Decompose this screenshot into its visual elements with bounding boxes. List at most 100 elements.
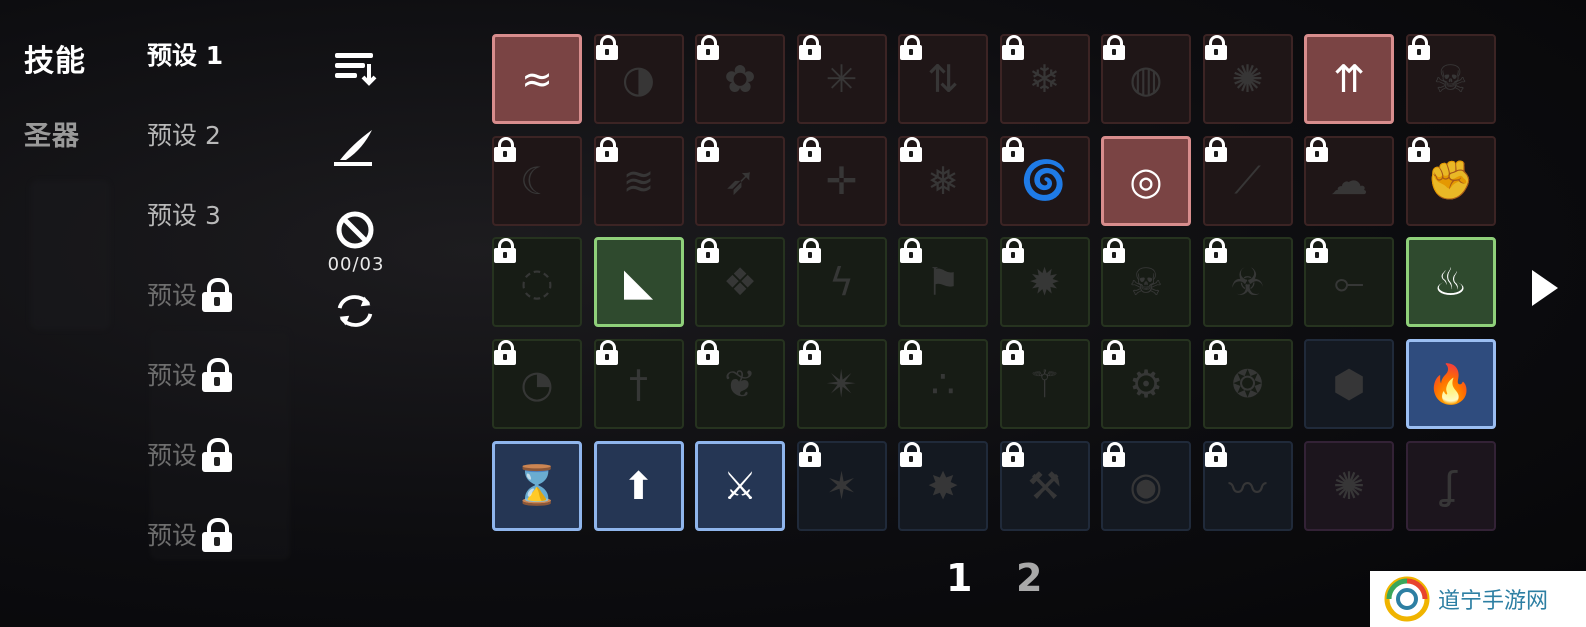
skill-slot[interactable]: ⚔ <box>695 440 785 531</box>
skill-slot[interactable]: ❄ <box>999 34 1090 124</box>
skill-slot[interactable]: ✸ <box>898 440 988 531</box>
skill-slot[interactable]: ≋ <box>593 135 684 226</box>
skill-slot[interactable]: ✺ <box>1304 440 1394 531</box>
lock-icon <box>1203 136 1229 162</box>
skill-slot[interactable]: 🌀 <box>999 135 1090 226</box>
preset-7[interactable]: 预设 <box>147 516 233 552</box>
lock-icon <box>695 339 721 366</box>
lock-icon <box>492 339 518 366</box>
skill-slot[interactable]: ⇈ <box>1304 34 1394 124</box>
forbid-button[interactable] <box>332 210 378 250</box>
skill-slot[interactable]: ⌛ <box>492 440 582 531</box>
watermark: 道宁手游网 <box>1370 571 1586 627</box>
lock-icon <box>695 237 721 264</box>
lock-icon <box>898 339 924 366</box>
lock-icon <box>1304 136 1330 162</box>
skill-slot[interactable]: ∴ <box>898 339 988 430</box>
skill-slot[interactable]: ⚒ <box>999 440 1090 531</box>
skill-slot[interactable]: ☁ <box>1304 135 1394 226</box>
skill-slot[interactable]: ☾ <box>492 135 582 226</box>
skill-slot[interactable]: ♨ <box>1405 237 1496 328</box>
sort-button[interactable] <box>332 50 378 86</box>
skill-slot[interactable]: ≈ <box>492 34 582 124</box>
skill-slot[interactable]: ✴ <box>796 339 887 430</box>
preset-5[interactable]: 预设 <box>147 356 233 392</box>
skill-slot[interactable]: ✊ <box>1405 135 1496 226</box>
skill-slot[interactable]: ⟋ <box>1202 135 1293 226</box>
page-2-button[interactable]: 2 <box>1016 556 1042 600</box>
lock-icon <box>1000 136 1026 162</box>
lock-icon <box>1101 34 1127 60</box>
skill-slot[interactable]: ➶ <box>695 135 785 226</box>
lock-icon <box>1000 339 1026 366</box>
skill-slot[interactable]: ☣ <box>1202 237 1293 328</box>
selection-counter: 00/03 <box>327 254 385 275</box>
preset-label: 预设 3 <box>147 201 221 230</box>
lock-icon <box>1000 34 1026 60</box>
preset-3[interactable]: 预设 3 <box>147 196 221 232</box>
skill-slot[interactable]: ⚚ <box>999 339 1090 430</box>
lock-icon <box>594 339 620 366</box>
sword-up-icon: ⚔ <box>722 463 758 508</box>
shield-orbs-icon: ⬢ <box>1332 362 1366 407</box>
skill-slot[interactable]: ⇅ <box>898 34 988 124</box>
skill-slot[interactable]: ❂ <box>1202 339 1293 430</box>
lock-icon <box>898 237 924 264</box>
skill-slot[interactable]: ⚑ <box>898 237 988 328</box>
target-orb-icon: ◎ <box>1129 158 1163 203</box>
skill-slot[interactable]: ✛ <box>796 135 887 226</box>
skill-slot[interactable]: 〰 <box>1202 440 1293 531</box>
skill-slot[interactable]: ◑ <box>593 34 684 124</box>
skill-slot[interactable]: ⬆ <box>593 440 684 531</box>
skill-slot[interactable]: † <box>593 339 684 430</box>
background-shape <box>30 180 110 330</box>
skill-slot[interactable]: ◣ <box>593 237 684 328</box>
lock-icon <box>797 441 823 467</box>
impact-spike-icon: ◣ <box>623 260 654 305</box>
next-page-arrow-icon[interactable] <box>1532 270 1558 306</box>
lock-icon <box>1203 441 1229 467</box>
skill-slot[interactable]: ❅ <box>898 135 988 226</box>
skill-slot[interactable]: ⚙ <box>1101 339 1191 430</box>
skill-slot[interactable]: ❖ <box>695 237 785 328</box>
lock-icon <box>695 136 721 162</box>
skill-slot[interactable]: ϟ <box>796 237 887 328</box>
skill-slot[interactable]: ʆ <box>1405 440 1496 531</box>
skill-slot[interactable]: ✹ <box>999 237 1090 328</box>
refresh-button[interactable] <box>332 290 378 332</box>
lock-icon <box>492 136 518 162</box>
skill-slot[interactable]: ✶ <box>796 440 887 531</box>
skill-slot[interactable]: ✿ <box>695 34 785 124</box>
skill-slot[interactable]: ◔ <box>492 339 582 430</box>
lock-icon <box>797 136 823 162</box>
skill-slot[interactable]: ◎ <box>1101 135 1191 226</box>
skill-slot[interactable]: ⬢ <box>1304 339 1394 430</box>
skill-slot[interactable]: ☠ <box>1405 34 1496 124</box>
skill-slot[interactable]: ⟜ <box>1304 237 1394 328</box>
skill-slot[interactable]: 🔥 <box>1405 339 1496 430</box>
preset-label: 预设 2 <box>147 121 221 150</box>
preset-1[interactable]: 预设 1 <box>147 36 223 72</box>
lock-icon <box>1406 136 1432 162</box>
quill-pen-icon <box>334 130 372 166</box>
preset-2[interactable]: 预设 2 <box>147 116 221 152</box>
flame-bomb-icon: ♨ <box>1433 260 1468 305</box>
skill-slot[interactable]: ◉ <box>1101 440 1191 531</box>
skill-slot[interactable]: ✺ <box>1202 34 1293 124</box>
tab-skills[interactable]: 技能 <box>24 36 86 80</box>
preset-6[interactable]: 预设 <box>147 436 233 472</box>
skill-slot[interactable]: ◍ <box>1101 34 1191 124</box>
lock-icon <box>1101 339 1127 366</box>
skill-slot[interactable]: ❦ <box>695 339 785 430</box>
edit-button[interactable] <box>332 128 378 168</box>
skill-slot[interactable]: ✳ <box>796 34 887 124</box>
preset-4[interactable]: 预设 <box>147 276 233 312</box>
skill-slot[interactable]: ◌ <box>492 237 582 328</box>
tab-relics[interactable]: 圣器 <box>24 114 80 153</box>
ghost-icon: ʆ <box>1444 463 1457 508</box>
hourglass-up-icon: ⌛ <box>513 463 561 508</box>
lock-icon <box>1203 339 1229 366</box>
lock-icon <box>898 34 924 60</box>
skill-slot[interactable]: ☠ <box>1101 237 1191 328</box>
page-1-button[interactable]: 1 <box>946 556 972 600</box>
